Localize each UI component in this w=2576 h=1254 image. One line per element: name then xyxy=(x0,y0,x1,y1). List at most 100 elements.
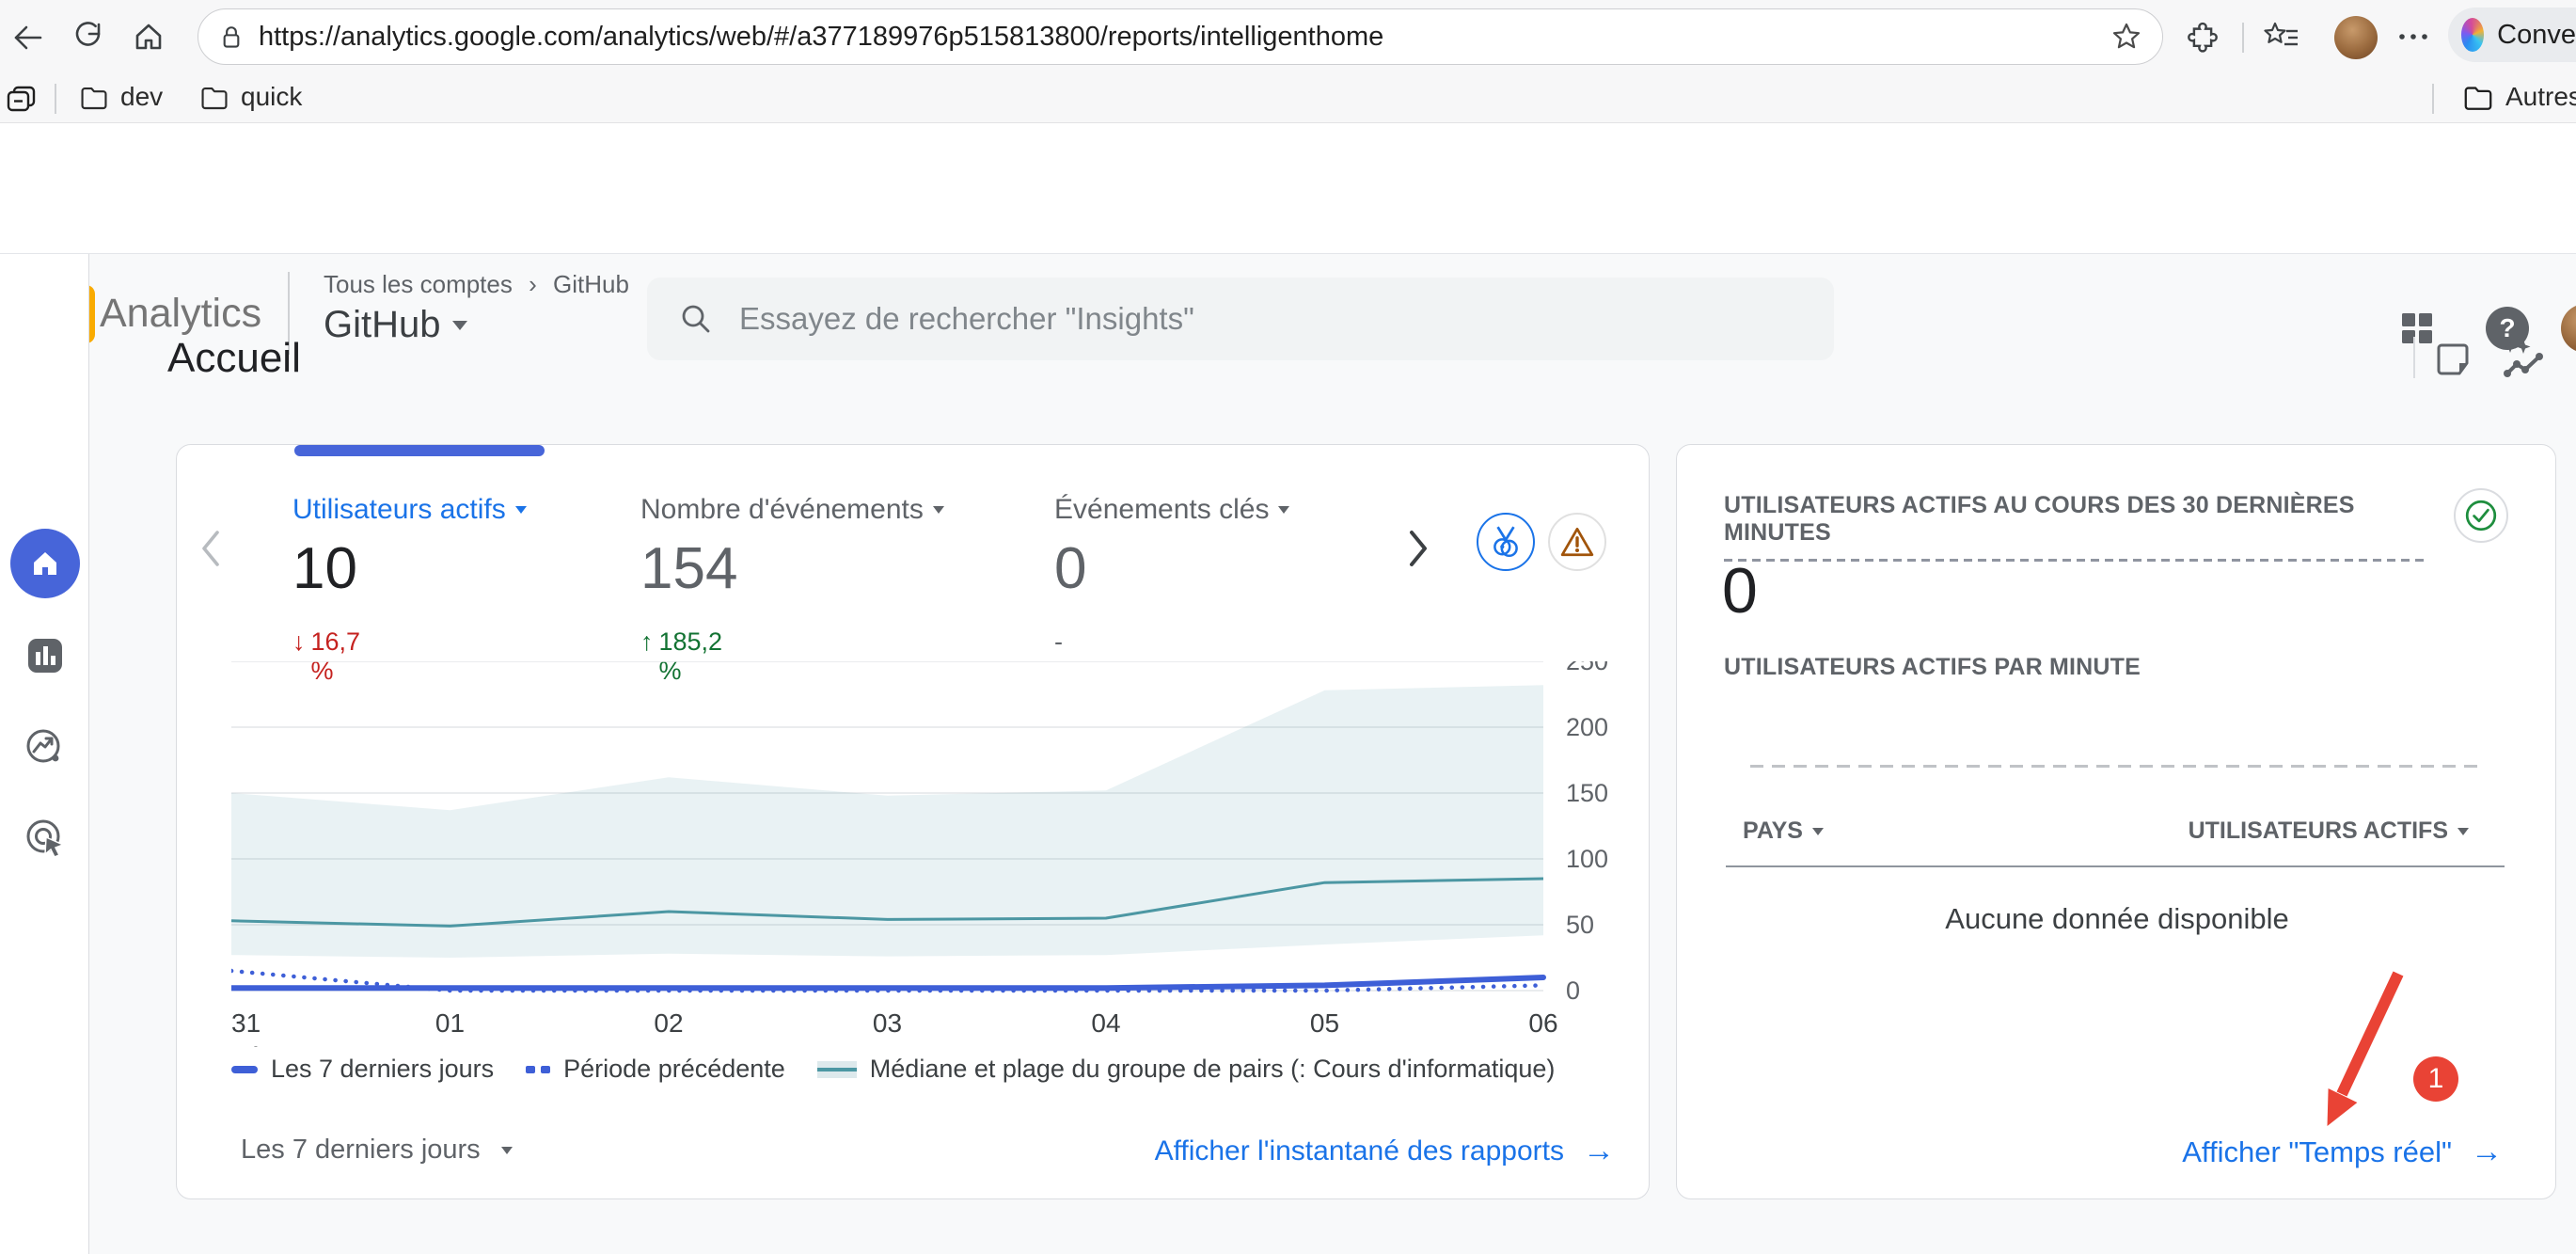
svg-text:100: 100 xyxy=(1566,845,1608,873)
metric-selector[interactable]: Utilisateurs actifs xyxy=(292,494,527,526)
metric-value: 10 xyxy=(292,535,357,602)
chevron-down-icon xyxy=(933,506,944,514)
property-selector[interactable]: GitHub xyxy=(324,304,467,346)
collections-icon xyxy=(3,81,39,117)
legend-item-peer-band: Médiane et plage du groupe de pairs (: C… xyxy=(817,1055,1556,1084)
sidebar-item-advertising[interactable] xyxy=(0,817,89,860)
carousel-indicator[interactable] xyxy=(294,445,545,456)
page-title: Accueil xyxy=(167,335,301,382)
reports-icon xyxy=(25,636,65,675)
other-favorites-button[interactable]: Autres xyxy=(2462,82,2576,112)
page-actions-divider xyxy=(2413,337,2415,378)
address-bar[interactable]: https://analytics.google.com/analytics/w… xyxy=(198,8,2163,65)
other-favorites-label: Autres xyxy=(2505,82,2576,112)
reports-snapshot-link[interactable]: Afficher l'instantané des rapports → xyxy=(1155,1133,1615,1169)
svg-text:janv.: janv. xyxy=(422,1042,477,1047)
bookmarks-divider xyxy=(55,84,56,114)
bookmarks-right-divider xyxy=(2432,84,2434,114)
browser-menu-button[interactable] xyxy=(2393,19,2434,55)
realtime-link[interactable]: Afficher "Temps réel" → xyxy=(2182,1134,2503,1170)
favorites-bar-button[interactable] xyxy=(2261,19,2302,55)
per-minute-sparkline xyxy=(1750,765,2480,768)
notes-button[interactable] xyxy=(2432,339,2473,380)
browser-refresh-button[interactable] xyxy=(70,20,107,56)
browser-home-button[interactable] xyxy=(130,20,167,56)
realtime-active-users-value: 0 xyxy=(1722,554,1758,627)
period-selector[interactable]: Les 7 derniers jours xyxy=(241,1135,513,1166)
browser-profile-avatar[interactable] xyxy=(2334,16,2378,59)
metric-selector[interactable]: Nombre d'événements xyxy=(640,494,944,526)
realtime-title[interactable]: UTILISATEURS ACTIFS AU COURS DES 30 DERN… xyxy=(1724,492,2427,562)
chart-legend: Les 7 derniers jours Période précédente … xyxy=(231,1055,1555,1084)
insights-button[interactable] xyxy=(2500,337,2547,382)
analytics-logo-text[interactable]: Analytics xyxy=(100,291,261,337)
ellipsis-icon xyxy=(2395,20,2431,54)
warning-badge[interactable] xyxy=(1548,513,1606,571)
breadcrumb-root: Tous les comptes xyxy=(324,270,513,298)
chevron-left-icon xyxy=(197,528,225,569)
active-users-column-header[interactable]: UTILISATEURS ACTIFS xyxy=(2189,817,2469,845)
breadcrumb[interactable]: Tous les comptes › GitHub xyxy=(324,270,629,299)
svg-text:250: 250 xyxy=(1566,661,1608,675)
search-icon xyxy=(679,302,713,336)
refresh-icon xyxy=(71,21,105,55)
extensions-button[interactable] xyxy=(2184,19,2221,55)
copilot-button[interactable]: Conve xyxy=(2448,8,2576,62)
svg-text:31: 31 xyxy=(231,1008,261,1038)
table-divider xyxy=(1726,865,2505,867)
country-column-header[interactable]: PAYS xyxy=(1743,817,1824,845)
realtime-card: UTILISATEURS ACTIFS AU COURS DES 30 DERN… xyxy=(1676,444,2556,1199)
annotation-arrow-icon xyxy=(2293,960,2425,1149)
chevron-down-icon xyxy=(2457,828,2469,835)
search-bar[interactable] xyxy=(647,278,1834,360)
carousel-prev-button[interactable] xyxy=(190,524,231,573)
chevron-down-icon xyxy=(501,1147,513,1154)
home-icon xyxy=(132,21,166,55)
dashed-line-swatch-icon xyxy=(526,1066,550,1073)
breadcrumb-current: GitHub xyxy=(553,270,629,298)
breadcrumb-separator-icon: › xyxy=(529,270,537,298)
bookmark-folder-quick[interactable]: quick xyxy=(199,82,302,112)
home-icon xyxy=(28,547,62,580)
chevron-down-icon xyxy=(1278,506,1289,514)
sidebar-item-explore[interactable] xyxy=(0,727,89,769)
chevron-down-icon xyxy=(452,321,467,330)
metric-selector[interactable]: Événements clés xyxy=(1054,494,1289,526)
chevron-down-icon xyxy=(1812,828,1824,835)
carousel-next-button[interactable] xyxy=(1398,524,1439,573)
account-avatar[interactable] xyxy=(2561,304,2576,353)
overview-card: Utilisateurs actifs 10 ↓ 16,7 % Nombre d… xyxy=(176,444,1650,1199)
copilot-label: Conve xyxy=(2497,20,2576,51)
svg-text:50: 50 xyxy=(1566,911,1594,939)
metric-label: Utilisateurs actifs xyxy=(292,494,506,526)
benchmark-badge[interactable] xyxy=(1477,513,1535,571)
bookmark-label: dev xyxy=(120,82,163,112)
active-users-trend-chart: 05010015020025031déc.01janv.0203040506 xyxy=(231,661,1642,1047)
legend-item-previous: Période précédente xyxy=(526,1055,785,1084)
toolbar-divider xyxy=(2242,23,2244,53)
legend-item-current: Les 7 derniers jours xyxy=(231,1055,494,1084)
data-quality-badge[interactable] xyxy=(2454,488,2508,543)
folder-icon xyxy=(2462,82,2494,112)
apps-grid-icon xyxy=(2398,310,2436,347)
sidebar-item-home[interactable] xyxy=(0,529,89,598)
bookmark-folder-dev[interactable]: dev xyxy=(79,82,163,112)
per-minute-label: UTILISATEURS ACTIFS PAR MINUTE xyxy=(1724,654,2141,681)
svg-text:05: 05 xyxy=(1310,1008,1339,1038)
search-input[interactable] xyxy=(739,301,1680,337)
property-name: GitHub xyxy=(324,304,441,346)
favorite-star-icon[interactable] xyxy=(2111,22,2141,52)
svg-text:04: 04 xyxy=(1091,1008,1120,1038)
band-swatch-icon xyxy=(817,1061,857,1078)
sidebar-item-reports[interactable] xyxy=(0,636,89,675)
browser-back-button[interactable] xyxy=(9,20,47,56)
svg-text:03: 03 xyxy=(873,1008,902,1038)
metric-delta: - xyxy=(1054,627,1063,657)
svg-text:déc.: déc. xyxy=(231,1042,281,1047)
home-active-circle xyxy=(10,529,80,598)
svg-text:02: 02 xyxy=(654,1008,683,1038)
favorites-list-icon xyxy=(2263,21,2300,53)
analytics-header: Analytics Tous les comptes › GitHub GitH… xyxy=(0,123,2576,254)
metric-label: Événements clés xyxy=(1054,494,1269,526)
collections-button[interactable] xyxy=(0,80,41,118)
